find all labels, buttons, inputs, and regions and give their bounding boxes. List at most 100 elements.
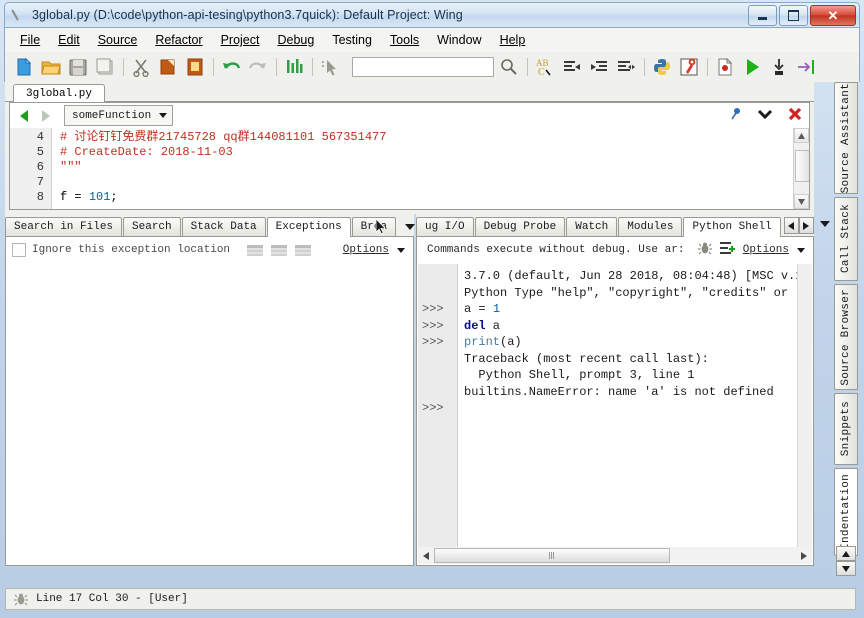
scroll-down-icon[interactable] <box>836 561 856 576</box>
close-button[interactable]: ✕ <box>810 5 856 26</box>
pin-icon[interactable] <box>729 107 743 126</box>
line-number-gutter: 4 5 6 7 8 <box>10 128 52 209</box>
code-area[interactable]: 4 5 6 7 8 # 讨论钉钉免费群21745728 qq群144081101… <box>10 128 794 209</box>
scroll-up-icon[interactable] <box>794 128 809 143</box>
menu-tools-label: Tools <box>389 33 420 47</box>
undo-icon[interactable] <box>220 56 242 78</box>
toolbar-separator <box>276 58 277 76</box>
code-token: 1 <box>492 302 501 316</box>
tab-breakpoints[interactable]: Brea <box>351 217 397 236</box>
chevron-down-icon[interactable] <box>797 247 805 253</box>
sort-icon[interactable] <box>283 56 305 78</box>
rail-tab-call-stack[interactable]: Call Stack <box>834 197 858 281</box>
bug-icon[interactable] <box>698 241 713 259</box>
menu-refactor[interactable]: Refactor <box>146 31 211 49</box>
chevron-down-icon[interactable] <box>405 224 416 230</box>
shell-line: Traceback (most recent call last): <box>464 351 812 368</box>
save-all-icon[interactable] <box>94 56 116 78</box>
shell-output-view[interactable]: >>> >>> >>> >>> 3.7.0 (default, Jun 28 2018… <box>418 264 812 547</box>
editor-toolbar: someFunction <box>10 103 809 128</box>
rail-tab-source-browser[interactable]: Source Browser <box>834 284 858 390</box>
tab-python-shell[interactable]: Python Shell <box>683 217 781 237</box>
grid-icon-3[interactable] <box>294 244 311 256</box>
chevron-down-icon[interactable] <box>397 247 405 253</box>
grid-icon-1[interactable] <box>246 244 263 256</box>
nav-back-icon[interactable] <box>16 107 34 125</box>
exceptions-options-label[interactable]: Options <box>343 244 389 256</box>
indent-both-icon[interactable] <box>615 56 637 78</box>
step-out-icon[interactable] <box>795 56 817 78</box>
tab-modules[interactable]: Modules <box>618 217 683 236</box>
shell-hscroll-thumb[interactable] <box>434 548 670 563</box>
new-file-icon[interactable] <box>13 56 35 78</box>
menu-file-label: File <box>20 33 41 47</box>
redo-icon[interactable] <box>247 56 269 78</box>
function-selector[interactable]: someFunction <box>64 105 174 126</box>
indent-right-icon[interactable] <box>561 56 583 78</box>
python-icon[interactable] <box>651 56 673 78</box>
tab-debug-io[interactable]: ug I/O <box>416 217 474 236</box>
cut-icon[interactable] <box>130 56 152 78</box>
code-token: Python Type "help", "copyright", "credit… <box>464 285 812 300</box>
menu-testing[interactable]: Testing <box>323 31 381 49</box>
indent-left-icon[interactable] <box>588 56 610 78</box>
step-into-icon[interactable] <box>768 56 790 78</box>
editor-vertical-scrollbar[interactable] <box>793 128 809 209</box>
split-view-icon[interactable] <box>757 107 773 126</box>
shell-horizontal-scrollbar[interactable] <box>418 547 812 564</box>
debug-config-icon[interactable] <box>678 56 700 78</box>
scroll-right-icon[interactable] <box>798 217 814 234</box>
spellcheck-icon[interactable]: AB C <box>534 56 556 78</box>
maximize-button[interactable] <box>779 5 808 26</box>
chevron-down-icon[interactable] <box>819 220 830 227</box>
svg-text:C: C <box>538 67 545 78</box>
tab-search[interactable]: Search <box>123 217 181 236</box>
pointer-icon[interactable] <box>319 56 341 78</box>
search-icon[interactable] <box>498 56 520 78</box>
tab-stack-data[interactable]: Stack Data <box>181 217 266 236</box>
shell-vertical-scrollbar[interactable] <box>797 264 812 547</box>
breakpoint-icon[interactable] <box>714 56 736 78</box>
menu-window[interactable]: Window <box>428 31 490 49</box>
menu-edit[interactable]: Edit <box>49 31 89 49</box>
paste-icon[interactable] <box>184 56 206 78</box>
shell-hscroll-track[interactable] <box>434 548 796 563</box>
search-input[interactable] <box>352 57 494 77</box>
scroll-left-icon[interactable] <box>783 217 799 234</box>
nav-forward-icon[interactable] <box>36 107 54 125</box>
scroll-right-icon[interactable] <box>796 548 812 563</box>
menu-help[interactable]: Help <box>491 31 535 49</box>
menu-tools[interactable]: Tools <box>381 31 428 49</box>
minimize-button[interactable] <box>748 5 777 26</box>
tab-debug-probe[interactable]: Debug Probe <box>474 217 566 236</box>
menu-file[interactable]: File <box>11 31 49 49</box>
ignore-exception-checkbox[interactable] <box>12 243 26 257</box>
code-token: a = <box>464 302 493 316</box>
scroll-up-icon[interactable] <box>836 546 856 561</box>
scroll-down-icon[interactable] <box>794 194 809 209</box>
lower-panels: Search in Files Search Stack Data Except… <box>5 214 830 574</box>
rail-tab-snippets[interactable]: Snippets <box>834 393 858 465</box>
tab-watch[interactable]: Watch <box>566 217 618 236</box>
tab-search-in-files[interactable]: Search in Files <box>5 217 123 236</box>
rail-tab-indentation[interactable]: Indentation <box>834 468 858 556</box>
editor-scroll-thumb[interactable] <box>795 150 809 182</box>
file-tab-3global[interactable]: 3global.py <box>13 84 106 102</box>
close-editor-icon[interactable] <box>787 106 803 127</box>
shell-options-label[interactable]: Options <box>743 244 789 256</box>
menu-project[interactable]: Project <box>212 31 269 49</box>
add-list-icon[interactable] <box>720 241 736 259</box>
grid-icon-2[interactable] <box>270 244 287 256</box>
shell-status-text: Commands execute without debug. Use ar: <box>427 244 685 256</box>
save-icon[interactable] <box>67 56 89 78</box>
rail-tab-label: Snippets <box>840 401 852 457</box>
run-icon[interactable] <box>741 56 763 78</box>
menu-source[interactable]: Source <box>89 31 147 49</box>
rail-tab-source-assistant[interactable]: Source Assistant <box>834 82 858 194</box>
copy-icon[interactable] <box>157 56 179 78</box>
tab-exceptions[interactable]: Exceptions <box>266 217 351 237</box>
menu-debug[interactable]: Debug <box>268 31 323 49</box>
code-line: """ <box>60 160 794 175</box>
scroll-left-icon[interactable] <box>418 548 434 563</box>
open-folder-icon[interactable] <box>40 56 62 78</box>
